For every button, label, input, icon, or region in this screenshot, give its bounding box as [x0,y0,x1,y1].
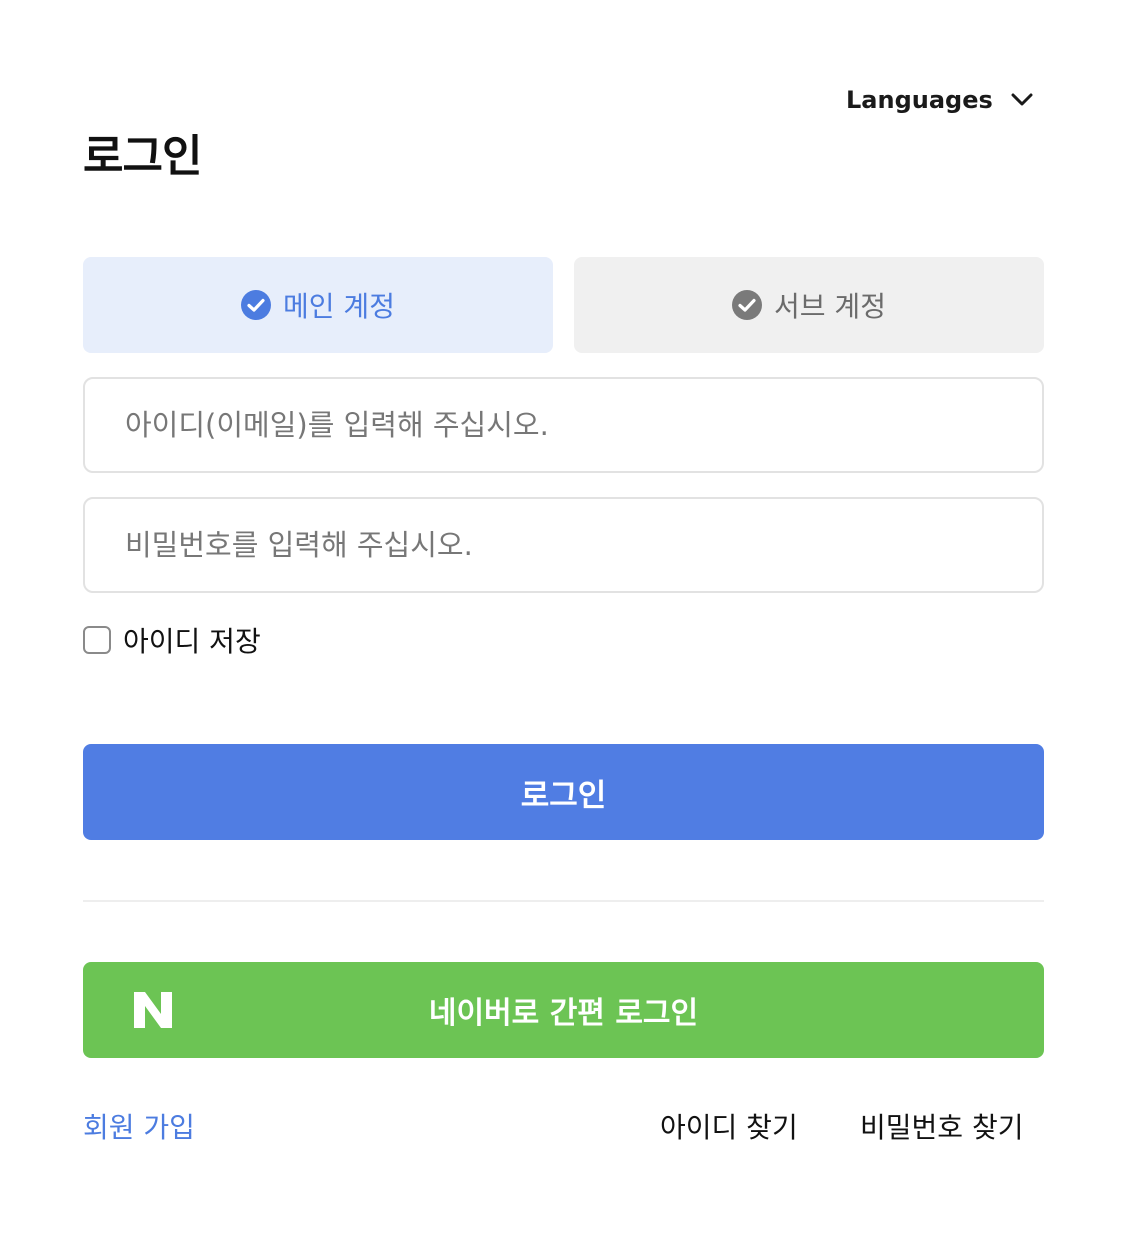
signup-link[interactable]: 회원 가입 [83,1108,195,1148]
remember-id-checkbox[interactable] [83,626,111,654]
tab-main-account[interactable]: 메인 계정 [83,257,553,353]
naver-login-label: 네이버로 간편 로그인 [428,996,699,1031]
tab-sub-account-label: 서브 계정 [774,290,886,323]
tab-main-account-label: 메인 계정 [283,290,395,323]
naver-login-button[interactable]: 네이버로 간편 로그인 [83,962,1044,1058]
language-selector[interactable]: Languages [846,80,1033,120]
check-circle-icon [241,290,272,320]
language-label: Languages [846,86,993,114]
chevron-down-icon [1011,93,1033,107]
tab-sub-account[interactable]: 서브 계정 [574,257,1044,353]
naver-logo-icon [134,992,172,1028]
account-type-tabs: 메인 계정 서브 계정 [83,257,1044,353]
find-id-link[interactable]: 아이디 찾기 [660,1108,798,1148]
login-button[interactable]: 로그인 [83,744,1044,840]
password-input[interactable] [83,497,1044,593]
remember-id[interactable]: 아이디 저장 [83,620,261,660]
divider [83,900,1044,902]
find-password-link[interactable]: 비밀번호 찾기 [860,1108,1023,1148]
id-email-input[interactable] [83,377,1044,473]
remember-id-label: 아이디 저장 [123,625,261,658]
check-circle-icon [732,290,763,320]
page-title: 로그인 [83,131,202,183]
